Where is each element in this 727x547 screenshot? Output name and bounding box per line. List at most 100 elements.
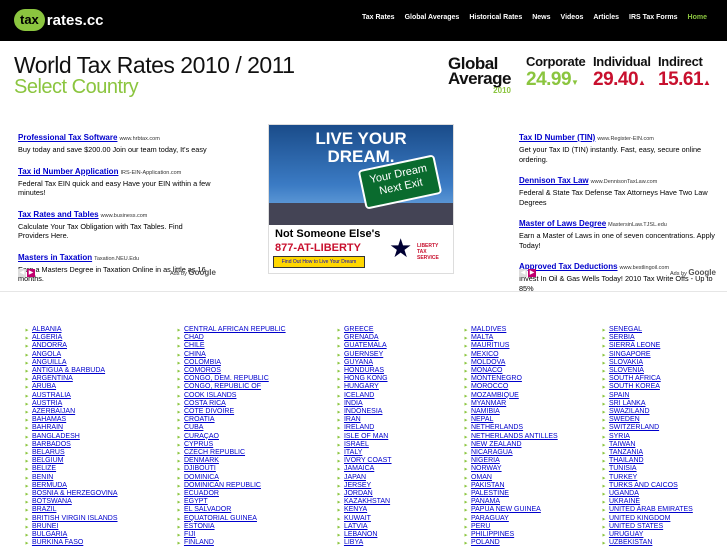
- banner-cta-button[interactable]: Find Out How to Live Your Dream: [273, 256, 365, 268]
- country-link[interactable]: TANZANIA: [601, 449, 693, 457]
- ad-url[interactable]: www.business.com: [101, 213, 148, 219]
- liberty-tax-banner[interactable]: LIVE YOUR DREAM. Your Dream Next Exit No…: [268, 124, 454, 274]
- country-link[interactable]: EL SALVADOR: [176, 506, 286, 514]
- indirect-rate[interactable]: Indirect 15.61▲: [658, 54, 711, 91]
- country-link[interactable]: DOMINICA: [176, 474, 286, 482]
- country-link[interactable]: TURKEY: [601, 474, 693, 482]
- ad-url[interactable]: www.bestlingoil.com: [620, 265, 670, 271]
- individual-rate[interactable]: Individual 29.40▲: [593, 54, 651, 91]
- country-link[interactable]: MYANMAR: [463, 400, 558, 408]
- country-link[interactable]: URUGUAY: [601, 531, 693, 539]
- ad-title[interactable]: Master of Laws Degree: [519, 219, 606, 228]
- country-link[interactable]: GUATEMALA: [336, 342, 392, 350]
- country-link[interactable]: DJIBOUTI: [176, 465, 286, 473]
- country-link[interactable]: GUYANA: [336, 359, 392, 367]
- ads-by-google-left[interactable]: Ads by Google: [170, 268, 216, 277]
- ad-item[interactable]: Masters in Taxation Taxation.NEU.Edu Earn…: [18, 247, 214, 284]
- country-link[interactable]: ECUADOR: [176, 490, 286, 498]
- nav-home[interactable]: Home: [688, 14, 707, 21]
- country-link[interactable]: IRAN: [336, 416, 392, 424]
- ad-item[interactable]: Master of Laws Degree MastersinLaw.TJSL.e…: [519, 213, 715, 250]
- country-link[interactable]: PERU: [463, 523, 558, 531]
- country-link[interactable]: BURKINA FASO: [24, 539, 118, 547]
- ad-item[interactable]: Tax id Number Application IRS-EIN-Applica…: [18, 161, 214, 198]
- country-link[interactable]: MOLDOVA: [463, 359, 558, 367]
- country-link[interactable]: SLOVAKIA: [601, 359, 693, 367]
- country-link[interactable]: FIJI: [176, 531, 286, 539]
- country-link[interactable]: BRAZIL: [24, 506, 118, 514]
- ad-url[interactable]: MastersinLaw.TJSL.edu: [608, 222, 667, 228]
- prev-arrow-icon[interactable]: ◀: [519, 269, 527, 277]
- country-link[interactable]: MEXICO: [463, 351, 558, 359]
- country-link[interactable]: KENYA: [336, 506, 392, 514]
- country-link[interactable]: JAMAICA: [336, 465, 392, 473]
- country-link[interactable]: JAPAN: [336, 474, 392, 482]
- country-link[interactable]: HUNGARY: [336, 383, 392, 391]
- country-link[interactable]: AZERBAIJAN: [24, 408, 118, 416]
- ad-title[interactable]: Tax Rates and Tables: [18, 210, 99, 219]
- country-link[interactable]: BELIZE: [24, 465, 118, 473]
- nav-historical-rates[interactable]: Historical Rates: [469, 14, 522, 21]
- country-link[interactable]: DOMINICAN REPUBLIC: [176, 482, 286, 490]
- country-link[interactable]: GRENADA: [336, 334, 392, 342]
- country-link[interactable]: BAHAMAS: [24, 416, 118, 424]
- country-link[interactable]: COTE DIVOIRE: [176, 408, 286, 416]
- country-link[interactable]: ANTIGUA & BARBUDA: [24, 367, 118, 375]
- corporate-rate[interactable]: Corporate 24.99▼: [526, 54, 586, 91]
- next-arrow-icon[interactable]: ▶: [27, 269, 35, 277]
- country-link[interactable]: UGANDA: [601, 490, 693, 498]
- country-link[interactable]: NICARAGUA: [463, 449, 558, 457]
- country-link[interactable]: ICELAND: [336, 392, 392, 400]
- nav-irs-tax-forms[interactable]: IRS Tax Forms: [629, 14, 678, 21]
- country-link[interactable]: PAKISTAN: [463, 482, 558, 490]
- country-link[interactable]: CENTRAL AFRICAN REPUBLIC: [176, 326, 286, 334]
- country-link[interactable]: CONGO, REPUBLIC OF: [176, 383, 286, 391]
- country-link[interactable]: NETHERLANDS ANTILLES: [463, 433, 558, 441]
- nav-articles[interactable]: Articles: [593, 14, 619, 21]
- country-link[interactable]: AUSTRIA: [24, 400, 118, 408]
- country-link[interactable]: COLOMBIA: [176, 359, 286, 367]
- country-link[interactable]: LATVIA: [336, 523, 392, 531]
- ad-url[interactable]: www.Register-EIN.com: [597, 136, 654, 142]
- country-link[interactable]: TUNISIA: [601, 465, 693, 473]
- ad-item[interactable]: Professional Tax Software www.hrbtax.com …: [18, 127, 214, 155]
- ad-title[interactable]: Masters in Taxation: [18, 253, 92, 262]
- country-link[interactable]: BOSNIA & HERZEGOVINA: [24, 490, 118, 498]
- country-link[interactable]: NEW ZEALAND: [463, 441, 558, 449]
- country-link[interactable]: BRUNEI: [24, 523, 118, 531]
- country-link[interactable]: AUSTRALIA: [24, 392, 118, 400]
- country-link[interactable]: ARUBA: [24, 383, 118, 391]
- country-link[interactable]: OMAN: [463, 474, 558, 482]
- country-link[interactable]: FINLAND: [176, 539, 286, 547]
- country-link[interactable]: SENEGAL: [601, 326, 693, 334]
- country-link[interactable]: KAZAKHSTAN: [336, 498, 392, 506]
- country-link[interactable]: EGYPT: [176, 498, 286, 506]
- country-link[interactable]: CHAD: [176, 334, 286, 342]
- country-link[interactable]: ITALY: [336, 449, 392, 457]
- country-link[interactable]: DENMARK: [176, 457, 286, 465]
- country-link[interactable]: SOUTH KOREA: [601, 383, 693, 391]
- country-link[interactable]: ESTONIA: [176, 523, 286, 531]
- country-link[interactable]: EQUATORIAL GUINEA: [176, 515, 286, 523]
- ad-title[interactable]: Dennison Tax Law: [519, 176, 589, 185]
- nav-tax-rates[interactable]: Tax Rates: [362, 14, 395, 21]
- country-link[interactable]: JERSEY: [336, 482, 392, 490]
- country-link[interactable]: SOUTH AFRICA: [601, 375, 693, 383]
- country-link[interactable]: TAIWAN: [601, 441, 693, 449]
- global-average-badge[interactable]: Global Average 2010: [448, 55, 511, 95]
- country-link[interactable]: UNITED KINGDOM: [601, 515, 693, 523]
- country-link[interactable]: SERBIA: [601, 334, 693, 342]
- country-link[interactable]: BELGIUM: [24, 457, 118, 465]
- country-link[interactable]: MALTA: [463, 334, 558, 342]
- country-link[interactable]: UKRAINE: [601, 498, 693, 506]
- country-link[interactable]: ARGENTINA: [24, 375, 118, 383]
- country-link[interactable]: JORDAN: [336, 490, 392, 498]
- country-link[interactable]: PANAMA: [463, 498, 558, 506]
- country-link[interactable]: BARBADOS: [24, 441, 118, 449]
- next-arrow-icon[interactable]: ▶: [528, 269, 536, 277]
- country-link[interactable]: ALGERIA: [24, 334, 118, 342]
- ad-url[interactable]: www.hrbtax.com: [119, 136, 159, 142]
- country-link[interactable]: SRI LANKA: [601, 400, 693, 408]
- country-link[interactable]: BOTSWANA: [24, 498, 118, 506]
- ad-url[interactable]: www.DennisonTaxLaw.com: [591, 179, 658, 185]
